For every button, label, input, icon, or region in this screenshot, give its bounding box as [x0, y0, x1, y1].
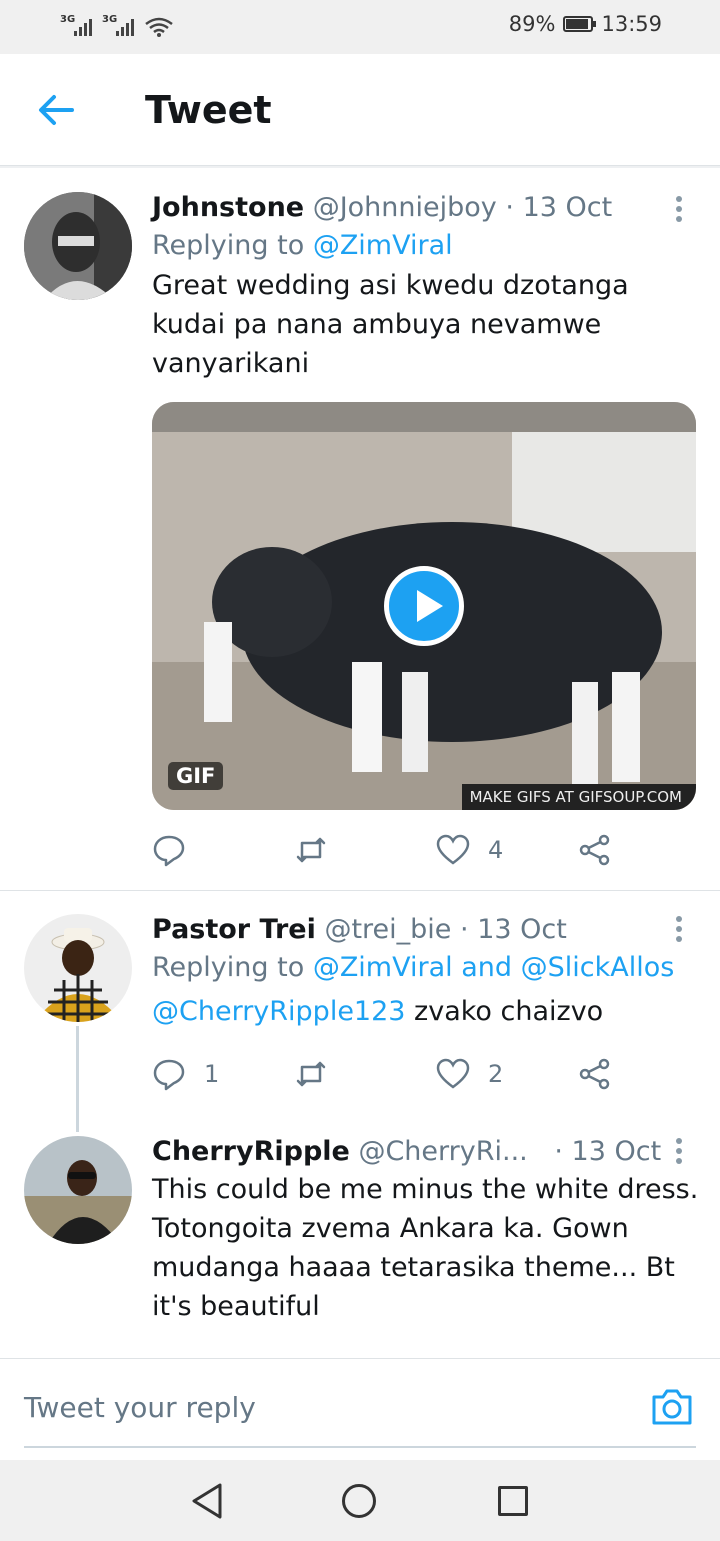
tweet-text: @CherryRipple123 zvako chaizvo	[152, 992, 700, 1031]
avatar[interactable]	[24, 1136, 132, 1244]
reply-icon	[153, 1059, 185, 1091]
reply-count: 1	[204, 1060, 220, 1088]
reply-button[interactable]: 1	[152, 1054, 219, 1094]
page-title: Tweet	[145, 88, 272, 132]
reply-input[interactable]: Tweet your reply	[24, 1391, 256, 1424]
share-button[interactable]	[578, 1054, 612, 1094]
replying-to: Replying to @ZimViral and @SlickAllos	[152, 948, 700, 988]
author-name[interactable]: Pastor Trei	[152, 914, 316, 945]
tweet-text: This could be me minus the white dress. …	[152, 1174, 699, 1322]
top-app-bar: Tweet	[0, 54, 720, 166]
mention-link[interactable]: @CherryRipple123	[152, 996, 405, 1027]
author-handle[interactable]: @trei_bie	[324, 914, 451, 945]
input-underline	[24, 1446, 696, 1448]
reply-icon	[153, 835, 185, 867]
share-icon	[579, 1058, 610, 1090]
author-handle[interactable]: @CherryRi...	[358, 1136, 527, 1167]
share-button[interactable]	[578, 830, 612, 870]
reply-composer[interactable]: Tweet your reply	[0, 1358, 720, 1460]
signal-icon: 3G	[102, 14, 136, 38]
retweet-icon	[296, 837, 326, 863]
tweet-meta: CherryRipple @CherryRi... · 13 Oct	[152, 1136, 662, 1167]
tweet-date: 13 Oct	[522, 192, 613, 223]
tweet-text-body: zvako chaizvo	[405, 996, 604, 1027]
retweet-button[interactable]	[294, 830, 346, 870]
tweet-actions: 4	[152, 830, 672, 870]
author-handle[interactable]: @Johnniejboy	[313, 192, 497, 223]
avatar[interactable]	[24, 914, 132, 1022]
retweet-button[interactable]	[294, 1054, 346, 1094]
like-button[interactable]: 4	[436, 830, 503, 870]
author-name[interactable]: Johnstone	[152, 192, 304, 223]
status-bar: 3G 3G 89% 13:59	[0, 0, 720, 54]
camera-icon[interactable]	[650, 1387, 694, 1427]
network-type-label: 3G	[102, 14, 118, 25]
retweet-icon	[296, 1061, 326, 1087]
share-icon	[579, 834, 610, 866]
like-count: 4	[488, 836, 504, 864]
nav-back-icon[interactable]	[190, 1482, 224, 1520]
back-arrow-icon[interactable]	[36, 90, 76, 130]
replying-to-label: Replying to	[152, 952, 305, 983]
battery-icon	[563, 16, 597, 32]
system-nav-bar	[0, 1460, 720, 1541]
tweet-date: 13 Oct	[571, 1136, 662, 1167]
replying-to-label: Replying to	[152, 230, 305, 261]
tweet-actions: 1 2	[152, 1054, 672, 1094]
gif-watermark: MAKE GIFS AT GIFSOUP.COM	[461, 784, 696, 810]
tweet-date: 13 Oct	[477, 914, 567, 945]
mention-link[interactable]: @ZimViral and @SlickAllos	[313, 952, 674, 983]
avatar[interactable]	[24, 192, 132, 300]
reply-button[interactable]	[152, 830, 204, 870]
signal-icon: 3G	[60, 14, 94, 38]
like-count: 2	[488, 1060, 504, 1088]
gif-badge: GIF	[168, 762, 224, 790]
nav-home-icon[interactable]	[342, 1484, 376, 1518]
tweet-text: Great wedding asi kwedu dzotanga kudai p…	[152, 270, 629, 379]
heart-icon	[436, 1058, 470, 1089]
tweet-divider	[0, 890, 720, 891]
mention-link[interactable]: @ZimViral	[313, 230, 453, 261]
heart-icon	[436, 834, 470, 865]
replying-to: Replying to @ZimViral	[152, 226, 700, 266]
play-button[interactable]	[384, 566, 464, 646]
tweet-meta: Pastor Trei @trei_bie · 13 Oct	[152, 914, 567, 945]
like-button[interactable]: 2	[436, 1054, 503, 1094]
thread-connector	[76, 1026, 79, 1132]
battery-percentage: 89%	[508, 12, 556, 36]
author-name[interactable]: CherryRipple	[152, 1136, 350, 1167]
network-type-label: 3G	[60, 14, 76, 25]
clock: 13:59	[601, 12, 662, 36]
nav-recents-icon[interactable]	[498, 1486, 528, 1516]
gif-media[interactable]: GIF MAKE GIFS AT GIFSOUP.COM	[152, 402, 696, 810]
tweet-meta: Johnstone @Johnniejboy · 13 Oct	[152, 192, 613, 223]
wifi-icon	[145, 17, 173, 37]
